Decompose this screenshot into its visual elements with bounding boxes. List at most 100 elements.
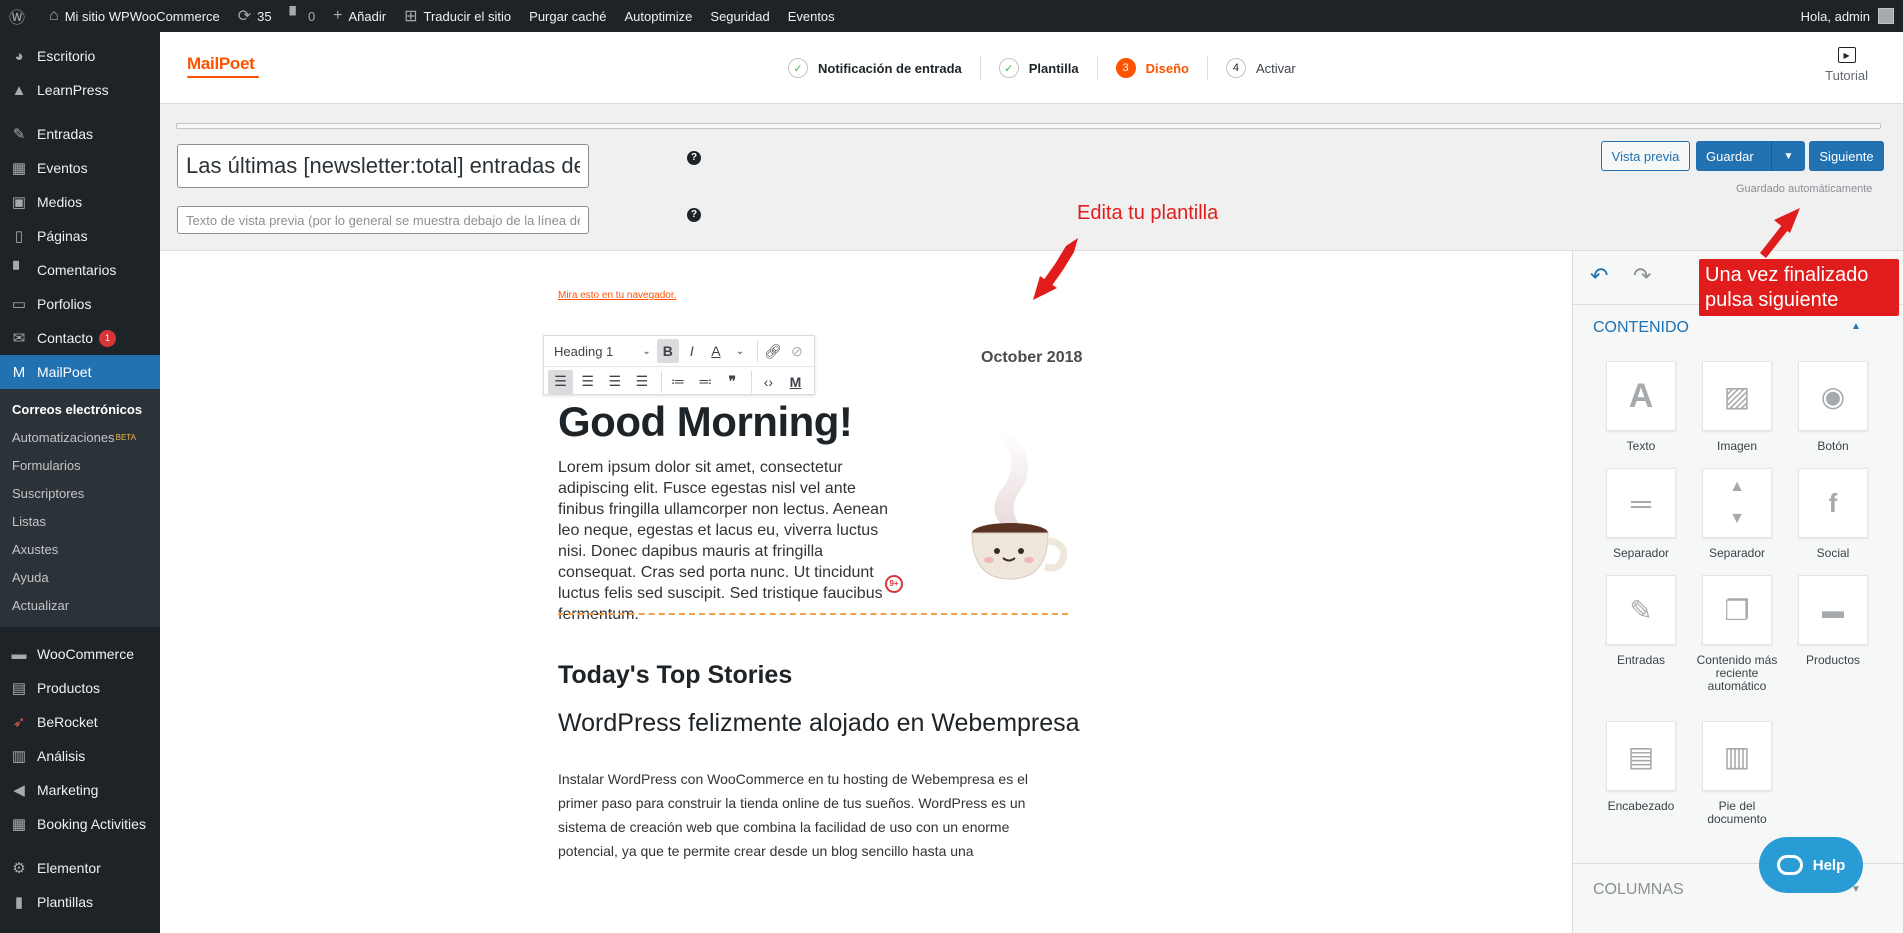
mail-icon: ✉	[12, 330, 26, 347]
sidebar-item-booking[interactable]: ▦ Booking Activities	[0, 807, 160, 841]
top-stories-heading[interactable]: Today's Top Stories	[558, 661, 792, 690]
post-title[interactable]: WordPress felizmente alojado en Webempre…	[558, 709, 1080, 738]
sidebar-item-escritorio[interactable]: ◕ Escritorio	[0, 39, 160, 73]
widget-footer[interactable]: ▥ Pie del documento	[1689, 721, 1785, 826]
unlink-icon[interactable]: ⊘	[786, 339, 808, 363]
mailpoet-logo[interactable]: MailPoet	[187, 54, 259, 78]
widget-automated-latest[interactable]: ❐ Contenido más reciente automático	[1689, 575, 1785, 693]
submenu-item-automatizaciones[interactable]: Automatizaciones BETA	[0, 423, 160, 451]
submenu-item-listas[interactable]: Listas	[0, 507, 160, 535]
security-link[interactable]: Seguridad	[701, 0, 778, 32]
align-right-icon[interactable]: ☰	[602, 370, 627, 394]
widget-button[interactable]: ◉ Botón	[1785, 361, 1881, 453]
sidebar-item-woocommerce[interactable]: ▬ WooCommerce	[0, 637, 160, 671]
sidebar-item-contacto[interactable]: ✉ Contacto 1	[0, 321, 160, 355]
help-button[interactable]: Help	[1759, 837, 1863, 893]
redo-icon[interactable]: ↷	[1633, 263, 1651, 289]
annotation-press-next: Una vez finalizado pulsa siguiente	[1699, 259, 1899, 316]
align-left-icon[interactable]: ☰	[548, 369, 574, 394]
sidebar-item-learnpress[interactable]: ▲ LearnPress	[0, 73, 160, 107]
autoptimize-link[interactable]: Autoptimize	[615, 0, 701, 32]
step-notificacion[interactable]: ✓ Notificación de entrada	[770, 56, 981, 80]
shortcode-icon[interactable]: M	[783, 370, 808, 394]
step-diseno[interactable]: 3 Diseño	[1098, 56, 1208, 80]
add-new-link[interactable]: + Añadir	[324, 0, 395, 32]
step-number: 3	[1115, 58, 1136, 78]
sidebar-item-comentarios[interactable]: ▘ Comentarios	[0, 253, 160, 287]
translate-link[interactable]: ⊞ Traducir el sitio	[395, 0, 520, 32]
align-center-icon[interactable]: ☰	[575, 370, 600, 394]
wordpress-logo[interactable]: Ⓦ	[0, 0, 40, 32]
mailpoet-header: MailPoet ✓ Notificación de entrada ✓ Plant…	[160, 32, 1903, 104]
submenu-item-formularios[interactable]: Formularios	[0, 451, 160, 479]
widget-posts[interactable]: ✎ Entradas	[1593, 575, 1689, 667]
text-color-button[interactable]: A	[705, 339, 727, 363]
post-excerpt[interactable]: Instalar WordPress con WooCommerce en tu…	[558, 767, 1070, 863]
email-paragraph[interactable]: Lorem ipsum dolor sit amet, consectetur …	[558, 457, 898, 625]
bullet-list-icon[interactable]: ≔	[665, 370, 690, 394]
sidebar-item-porfolios[interactable]: ▭ Porfolios	[0, 287, 160, 321]
view-in-browser-link[interactable]: Mira esto en tu navegador.	[558, 290, 676, 301]
link-icon[interactable]: 🔗︎	[762, 339, 784, 363]
sidebar-item-eventos[interactable]: ▦ Eventos	[0, 151, 160, 185]
sidebar-item-berocket[interactable]: ➶ BeRocket	[0, 705, 160, 739]
widget-social[interactable]: f Social	[1785, 468, 1881, 560]
sidebar-item-paginas[interactable]: ▯ Páginas	[0, 219, 160, 253]
widget-divider[interactable]: ═ Separador	[1593, 468, 1689, 560]
subject-input[interactable]	[177, 144, 589, 188]
submenu-item-ayuda[interactable]: Ayuda	[0, 563, 160, 591]
blockquote-icon[interactable]: ❞	[720, 370, 745, 394]
comments-link[interactable]: ▘ 0	[281, 0, 325, 32]
step-plantilla[interactable]: ✓ Plantilla	[981, 56, 1098, 80]
submenu-item-axustes[interactable]: Axustes	[0, 535, 160, 563]
newsletter-date[interactable]: October 2018	[981, 349, 1082, 367]
bold-button[interactable]: B	[656, 339, 679, 363]
preview-button[interactable]: Vista previa	[1601, 141, 1690, 171]
chevron-up-icon[interactable]: ▲	[1851, 321, 1861, 332]
widget-header[interactable]: ▤ Encabezado	[1593, 721, 1689, 813]
code-icon[interactable]: ‹›	[756, 370, 781, 394]
sidebar-item-elementor[interactable]: ⚙ Elementor	[0, 851, 160, 885]
help-icon[interactable]: ?	[687, 208, 701, 222]
content-section-heading[interactable]: CONTENIDO	[1593, 319, 1689, 337]
updates-link[interactable]: ⟳ 35	[229, 0, 281, 32]
email-heading[interactable]: Good Morning!	[558, 398, 853, 446]
widget-image[interactable]: ▨ Imagen	[1689, 361, 1785, 453]
undo-icon[interactable]: ↶	[1590, 263, 1608, 289]
columns-section-heading[interactable]: COLUMNAS	[1593, 881, 1684, 899]
widget-text[interactable]: A Texto	[1593, 361, 1689, 453]
sidebar-item-entradas[interactable]: ✎ Entradas	[0, 117, 160, 151]
sidebar-item-marketing[interactable]: ◀ Marketing	[0, 773, 160, 807]
calendar-icon: ▦	[11, 816, 27, 833]
add-new-label: Añadir	[348, 8, 387, 24]
account-menu[interactable]: Hola, admin	[1801, 0, 1903, 32]
step-activar[interactable]: 4 Activar	[1208, 56, 1314, 80]
toolbar-divider	[660, 370, 662, 393]
sidebar-item-medios[interactable]: ▣ Medios	[0, 185, 160, 219]
chevron-down-icon[interactable]: ▼	[1771, 141, 1805, 171]
events-link[interactable]: Eventos	[779, 0, 844, 32]
save-button[interactable]: Guardar ▼	[1696, 141, 1805, 171]
italic-button[interactable]: I	[681, 339, 703, 363]
chevron-down-icon[interactable]: ⌄	[729, 339, 751, 363]
align-justify-icon[interactable]: ☰	[629, 370, 654, 394]
numbered-list-icon[interactable]: ≕	[693, 370, 718, 394]
sidebar-item-plantillas[interactable]: ▮ Plantillas	[0, 885, 160, 919]
sidebar-item-productos[interactable]: ▤ Productos	[0, 671, 160, 705]
coffee-cup-image[interactable]	[955, 421, 1075, 581]
purge-cache-link[interactable]: Purgar caché	[520, 0, 615, 32]
preheader-input[interactable]	[177, 206, 589, 234]
submenu-item-correos[interactable]: Correos electrónicos	[0, 395, 160, 423]
block-format-select[interactable]: Heading 1 ⌄	[548, 339, 657, 363]
next-button[interactable]: Siguiente	[1809, 141, 1884, 171]
dashed-divider[interactable]	[558, 613, 1068, 615]
site-name-link[interactable]: ⌂ Mi sitio WPWooCommerce	[40, 0, 229, 32]
sidebar-item-mailpoet[interactable]: M MailPoet	[0, 355, 160, 389]
widget-spacer[interactable]: ▲ ▼ Separador	[1689, 468, 1785, 560]
sidebar-item-analisis[interactable]: ▥ Análisis	[0, 739, 160, 773]
submenu-item-suscriptores[interactable]: Suscriptores	[0, 479, 160, 507]
help-icon[interactable]: ?	[687, 151, 701, 165]
widget-products[interactable]: ▬ Productos	[1785, 575, 1881, 667]
tutorial-button[interactable]: ▶ Tutorial	[1825, 47, 1868, 83]
submenu-item-actualizar[interactable]: Actualizar	[0, 591, 160, 619]
